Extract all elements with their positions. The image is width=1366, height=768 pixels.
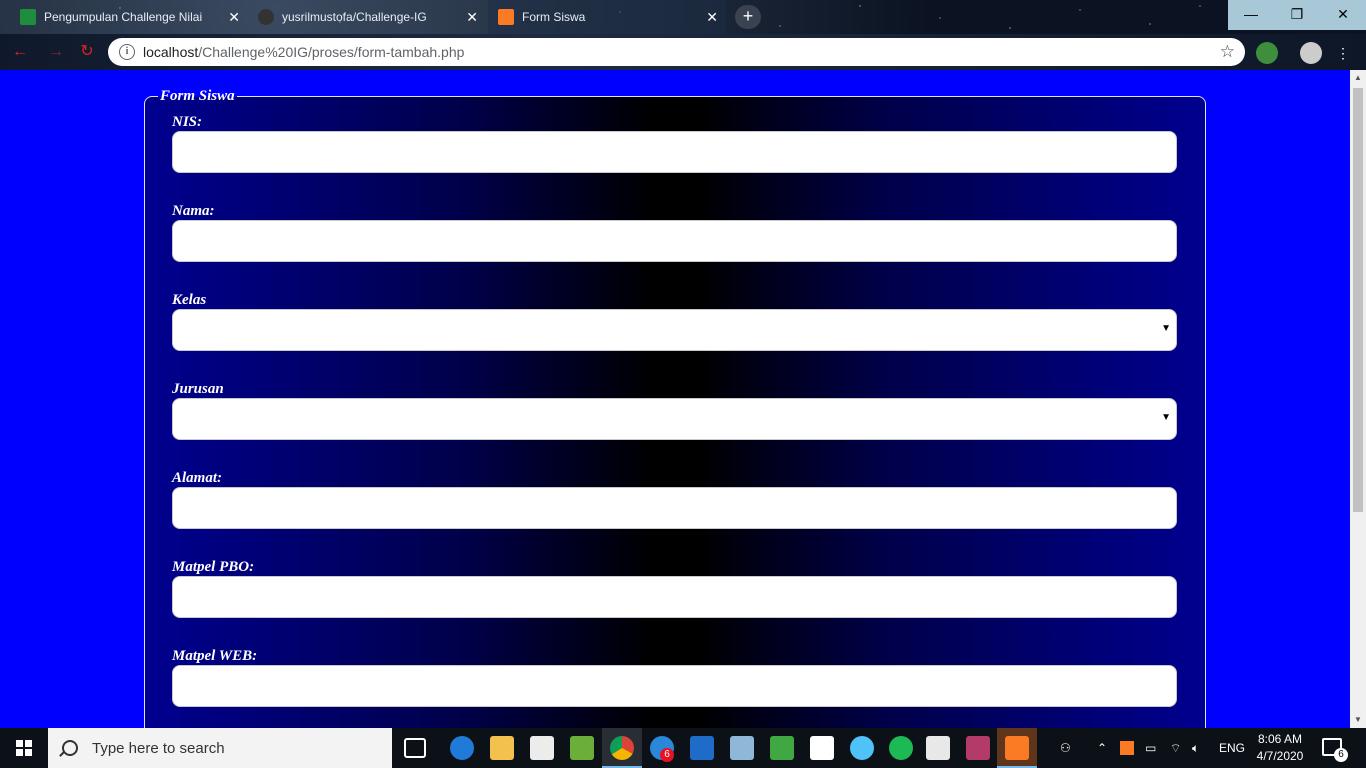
url-path: /Challenge%20IG/proses/form-tambah.php bbox=[198, 44, 465, 60]
chrome-icon[interactable] bbox=[610, 736, 634, 760]
field-kelas: Kelas ▼ bbox=[172, 292, 1178, 351]
battery-icon[interactable]: ▭ bbox=[1145, 728, 1156, 768]
notepad-plus-icon[interactable] bbox=[570, 736, 594, 760]
spotify-icon[interactable] bbox=[889, 736, 913, 760]
forward-icon[interactable]: → bbox=[46, 42, 66, 62]
nis-label: NIS: bbox=[172, 114, 203, 130]
tab-title: Form Siswa bbox=[522, 10, 586, 24]
tab-form-siswa[interactable]: Form Siswa ✕ bbox=[488, 0, 726, 34]
app-icon[interactable] bbox=[850, 736, 874, 760]
language-indicator[interactable]: ENG bbox=[1219, 728, 1245, 768]
xampp-icon bbox=[498, 9, 514, 25]
close-window-button[interactable]: ✕ bbox=[1320, 0, 1366, 30]
xampp-icon[interactable] bbox=[1005, 736, 1029, 760]
field-jurusan: Jurusan ▼ bbox=[172, 381, 1178, 440]
nama-input[interactable] bbox=[172, 220, 1177, 262]
page-viewport: Form Siswa NIS: Nama: Kelas ▼ Jurusan ▼ … bbox=[0, 70, 1350, 728]
field-matpel-web: Matpel WEB: bbox=[172, 648, 1178, 707]
dropdown-arrow-icon: ▼ bbox=[1161, 323, 1171, 334]
reload-icon[interactable]: ↻ bbox=[77, 42, 97, 62]
clock-date: 4/7/2020 bbox=[1256, 749, 1304, 763]
dropdown-arrow-icon: ▼ bbox=[1161, 412, 1171, 423]
nis-input[interactable] bbox=[172, 131, 1177, 173]
kelas-label: Kelas bbox=[172, 292, 207, 308]
bookmark-star-icon[interactable]: ☆ bbox=[1220, 42, 1235, 62]
notification-badge: 6 bbox=[1334, 748, 1348, 762]
address-bar[interactable]: i localhost/Challenge%20IG/proses/form-t… bbox=[108, 38, 1245, 66]
tab-github[interactable]: yusrilmustofa/Challenge-IG ✕ bbox=[248, 0, 486, 34]
extension-icon[interactable] bbox=[1256, 42, 1278, 64]
window-app-icon[interactable] bbox=[926, 736, 950, 760]
field-alamat: Alamat: bbox=[172, 470, 1178, 529]
edge-icon[interactable] bbox=[450, 736, 474, 760]
page-scrollbar[interactable]: ▲ ▼ bbox=[1350, 70, 1366, 728]
scroll-down-icon[interactable]: ▼ bbox=[1350, 712, 1366, 728]
filezilla-icon[interactable] bbox=[690, 736, 714, 760]
clock-time: 8:06 AM bbox=[1257, 732, 1303, 746]
taskbar-search[interactable]: Type here to search bbox=[48, 728, 392, 768]
nama-label: Nama: bbox=[172, 203, 215, 219]
virtualbox-icon[interactable] bbox=[730, 736, 754, 760]
form-legend: Form Siswa bbox=[160, 88, 235, 104]
search-placeholder: Type here to search bbox=[92, 739, 225, 757]
new-tab-button[interactable]: + bbox=[735, 5, 761, 29]
url-host: localhost bbox=[143, 44, 199, 60]
close-icon[interactable]: ✕ bbox=[706, 9, 718, 26]
alamat-input[interactable] bbox=[172, 487, 1177, 529]
url-text[interactable]: localhost/Challenge%20IG/proses/form-tam… bbox=[143, 44, 464, 60]
file-explorer-icon[interactable] bbox=[490, 736, 514, 760]
field-matpel-pbo: Matpel PBO: bbox=[172, 559, 1178, 618]
browser-toolbar: ← → ↻ i localhost/Challenge%20IG/proses/… bbox=[0, 34, 1366, 70]
matpel-pbo-label: Matpel PBO: bbox=[172, 559, 255, 575]
volume-icon[interactable]: 🔈︎ bbox=[1192, 728, 1199, 768]
tab-title: Pengumpulan Challenge Nilai bbox=[44, 10, 203, 24]
wifi-icon[interactable]: ⌔ bbox=[1170, 728, 1181, 768]
matpel-web-input[interactable] bbox=[172, 665, 1177, 707]
close-icon[interactable]: ✕ bbox=[228, 9, 240, 26]
restore-button[interactable]: ❐ bbox=[1274, 0, 1320, 30]
profile-avatar[interactable] bbox=[1300, 42, 1322, 64]
menu-icon[interactable]: ⋮ bbox=[1336, 42, 1350, 64]
jurusan-label: Jurusan bbox=[172, 381, 224, 397]
people-icon[interactable]: ⚇ bbox=[1060, 728, 1071, 768]
tray-chevron-icon[interactable]: ⌃ bbox=[1097, 728, 1107, 768]
start-button[interactable] bbox=[0, 728, 48, 768]
info-icon[interactable]: i bbox=[119, 44, 135, 60]
matpel-pbo-input[interactable] bbox=[172, 576, 1177, 618]
sublime-icon[interactable] bbox=[770, 736, 794, 760]
scroll-up-icon[interactable]: ▲ bbox=[1350, 70, 1366, 86]
field-nama: Nama: bbox=[172, 203, 1178, 262]
minimize-button[interactable]: — bbox=[1228, 0, 1274, 30]
task-view-icon[interactable] bbox=[404, 738, 426, 758]
tab-pengumpulan-challenge[interactable]: Pengumpulan Challenge Nilai ✕ bbox=[10, 0, 248, 34]
search-icon bbox=[62, 740, 78, 756]
scrollbar-thumb[interactable] bbox=[1353, 88, 1363, 512]
back-icon[interactable]: ← bbox=[10, 42, 30, 62]
kelas-select[interactable]: ▼ bbox=[172, 309, 1177, 351]
windows-taskbar: Type here to search 6 ⚇ ⌃ ▭ ⌔ 🔈︎ ENG 8:0… bbox=[0, 728, 1366, 768]
video-player-icon[interactable] bbox=[966, 736, 990, 760]
windows-logo-icon bbox=[16, 740, 32, 756]
field-nis: NIS: bbox=[172, 114, 1178, 173]
store-icon[interactable] bbox=[810, 736, 834, 760]
jurusan-select[interactable]: ▼ bbox=[172, 398, 1177, 440]
close-icon[interactable]: ✕ bbox=[466, 9, 478, 26]
matpel-web-label: Matpel WEB: bbox=[172, 648, 258, 664]
github-icon bbox=[258, 9, 274, 25]
xampp-tray-icon[interactable] bbox=[1120, 741, 1134, 755]
classroom-icon bbox=[20, 9, 36, 25]
browser-tab-strip: Pengumpulan Challenge Nilai ✕ yusrilmust… bbox=[0, 0, 1366, 34]
mail-badge: 6 bbox=[660, 748, 674, 762]
system-clock[interactable]: 8:06 AM 4/7/2020 bbox=[1252, 731, 1308, 765]
alamat-label: Alamat: bbox=[172, 470, 223, 486]
visual-studio-icon[interactable] bbox=[530, 736, 554, 760]
form-siswa-fieldset: Form Siswa NIS: Nama: Kelas ▼ Jurusan ▼ … bbox=[144, 88, 1206, 728]
tab-title: yusrilmustofa/Challenge-IG bbox=[282, 10, 427, 24]
